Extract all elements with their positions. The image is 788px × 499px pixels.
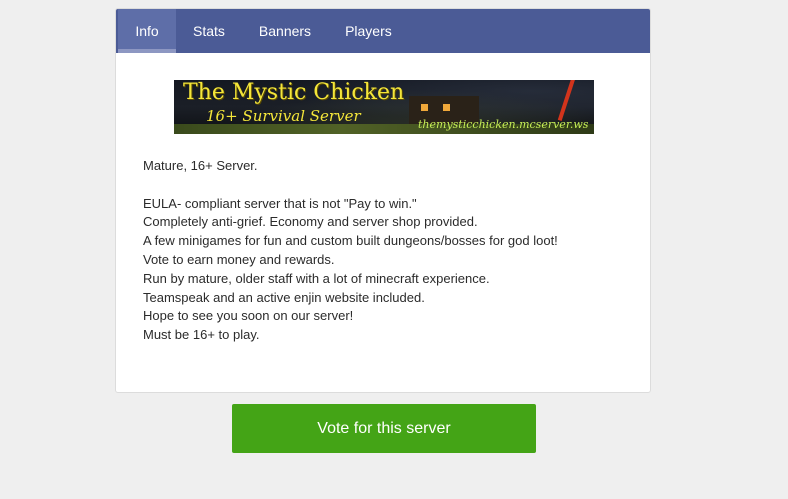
- description-line: A few minigames for fun and custom built…: [143, 233, 558, 249]
- tab-info[interactable]: Info: [118, 9, 176, 53]
- server-info-card: Info Stats Banners Players The Mystic Ch…: [115, 8, 651, 393]
- tab-players[interactable]: Players: [328, 9, 409, 53]
- server-banner: The Mystic Chicken 16+ Survival Server t…: [174, 80, 594, 134]
- description-line: EULA- compliant server that is not "Pay …: [143, 195, 417, 211]
- description-line: Hope to see you soon on our server!: [143, 308, 354, 324]
- description-line: Run by mature, older staff with a lot of…: [143, 270, 490, 286]
- tab-banners[interactable]: Banners: [242, 9, 328, 53]
- vote-button[interactable]: Vote for this server: [232, 404, 536, 453]
- server-description: Mature, 16+ Server. EULA- compliant serv…: [143, 157, 623, 345]
- description-line: Vote to earn money and rewards.: [143, 251, 335, 267]
- banner-window: [421, 104, 428, 111]
- banner-url: themysticchicken.mcserver.ws: [418, 118, 589, 131]
- banner-subtitle: 16+ Survival Server: [206, 107, 361, 125]
- banner-window: [443, 104, 450, 111]
- description-line: Must be 16+ to play.: [143, 327, 260, 343]
- banner-title: The Mystic Chicken: [183, 80, 405, 105]
- description-intro: Mature, 16+ Server.: [143, 158, 258, 173]
- tab-bar: Info Stats Banners Players: [116, 9, 650, 53]
- description-line: Teamspeak and an active enjin website in…: [143, 289, 425, 305]
- tab-stats[interactable]: Stats: [176, 9, 242, 53]
- description-line: Completely anti-grief. Economy and serve…: [143, 214, 478, 230]
